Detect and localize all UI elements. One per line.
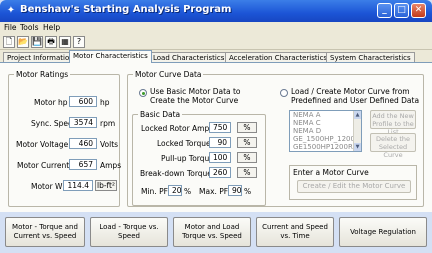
enter-curve-title: Enter a Motor Curve (293, 168, 369, 177)
locked-torque-unit-button[interactable]: % (237, 137, 257, 148)
basic-data-group: Basic Data Locked Rotor Amps 750 % Locke… (132, 110, 266, 206)
help-icon[interactable]: ? (73, 36, 85, 48)
menu-bar: File Tools Help (0, 22, 432, 34)
min-pf-unit: % (184, 187, 192, 196)
motor-hp-field[interactable]: 600 (69, 96, 97, 107)
locked-rotor-amps-unit-button[interactable]: % (237, 122, 257, 133)
scroll-down-icon[interactable]: ▼ (354, 143, 361, 151)
locked-rotor-amps-field[interactable]: 750 (209, 122, 231, 133)
pull-up-torque-unit-button[interactable]: % (237, 152, 257, 163)
menu-file[interactable]: File (4, 23, 17, 32)
break-down-torque-label: Break-down Torque (140, 169, 212, 178)
window-title: Benshaw's Starting Analysis Program (20, 4, 232, 15)
locked-rotor-amps-label: Locked Rotor Amps (141, 124, 214, 133)
motor-ratings-group: Motor Ratings Motor hp 600 hp Sync. Spee… (8, 70, 122, 207)
list-item[interactable]: NEMA D (293, 127, 321, 135)
load-torque-button[interactable]: Load - Torque vs. Speed (90, 217, 168, 247)
app-icon: ✦ (6, 5, 16, 16)
motor-curve-list[interactable]: NEMA A NEMA C NEMA D GE_1500HP_1200RPM G… (289, 110, 362, 152)
delete-curve-button[interactable]: Delete the Selected Curve (370, 133, 416, 159)
list-item[interactable]: NEMA C (293, 119, 321, 127)
sync-speed-field[interactable]: 3574 (69, 117, 97, 128)
motor-voltage-field[interactable]: 460 (69, 138, 97, 149)
load-curve-radio[interactable] (280, 89, 288, 97)
motor-hp-unit: hp (100, 98, 110, 107)
open-folder-icon[interactable]: 📂 (17, 36, 29, 48)
motor-load-torque-button[interactable]: Motor and Load Torque vs. Speed (173, 217, 251, 247)
new-document-icon[interactable]: 🗋 (3, 36, 15, 48)
load-curve-label: Load / Create Motor Curve from Predefine… (291, 87, 420, 105)
pull-up-torque-field[interactable]: 100 (209, 152, 231, 163)
tab-content: Motor Ratings Motor hp 600 hp Sync. Spee… (0, 62, 432, 212)
motor-torque-current-button[interactable]: Motor - Torque and Current vs. Speed (5, 217, 85, 247)
min-pf-field[interactable]: 20 (168, 185, 182, 196)
current-speed-time-button[interactable]: Current and Speed vs. Time (256, 217, 334, 247)
wk2-unit-button[interactable]: lb-ft² (95, 180, 117, 191)
motor-current-label: Motor Current (17, 161, 70, 170)
motor-current-field[interactable]: 657 (69, 159, 97, 170)
min-pf-label: Min. PF (141, 187, 168, 196)
use-basic-data-radio[interactable] (139, 89, 147, 97)
enter-curve-group: Enter a Motor Curve Create / Edit the Mo… (289, 165, 417, 200)
list-item[interactable]: GE1500HP1200RPM (293, 143, 361, 151)
break-down-torque-field[interactable]: 260 (209, 167, 231, 178)
minimize-button[interactable]: _ (377, 3, 392, 18)
max-pf-field[interactable]: 90 (228, 185, 242, 196)
create-edit-curve-button[interactable]: Create / Edit the Motor Curve (297, 180, 411, 193)
locked-torque-label: Locked Torque (157, 139, 211, 148)
voltage-regulation-button[interactable]: Voltage Regulation (339, 217, 427, 247)
list-item[interactable]: GE_1500HP_1200RPM (293, 135, 361, 143)
menu-help[interactable]: Help (43, 23, 60, 32)
save-icon[interactable]: 💾 (31, 36, 43, 48)
list-item[interactable]: NEMA A (293, 111, 321, 119)
grid-icon[interactable]: ▦ (59, 36, 71, 48)
toolbar: 🗋 📂 💾 🖶 ▦ ? (0, 34, 432, 50)
motor-curve-group: Motor Curve Data Use Basic Motor Data to… (127, 70, 424, 207)
list-scrollbar[interactable]: ▲ ▼ (353, 111, 361, 151)
menu-tools[interactable]: Tools (20, 23, 38, 32)
scroll-up-icon[interactable]: ▲ (354, 111, 361, 119)
use-basic-data-label: Use Basic Motor Data to Create the Motor… (150, 87, 241, 105)
sync-speed-unit: rpm (100, 119, 116, 128)
title-bar[interactable]: ✦ Benshaw's Starting Analysis Program _ … (0, 0, 432, 22)
maximize-button[interactable]: □ (394, 3, 409, 18)
motor-voltage-unit: Volts (100, 140, 119, 149)
add-profile-button[interactable]: Add the New Profile to the List (370, 110, 416, 136)
print-icon[interactable]: 🖶 (45, 36, 57, 48)
motor-curve-title: Motor Curve Data (133, 70, 204, 79)
motor-current-unit: Amps (100, 161, 122, 170)
pull-up-torque-label: Pull-up Torque (161, 154, 214, 163)
motor-hp-label: Motor hp (34, 98, 68, 107)
break-down-torque-unit-button[interactable]: % (237, 167, 257, 178)
max-pf-unit: % (244, 187, 252, 196)
locked-torque-field[interactable]: 90 (209, 137, 231, 148)
tab-motor-characteristics[interactable]: Motor Characteristics (69, 50, 152, 63)
bottom-bar: Motor - Torque and Current vs. Speed Loa… (0, 212, 432, 253)
motor-voltage-label: Motor Voltage (16, 140, 69, 149)
motor-ratings-title: Motor Ratings (14, 70, 71, 79)
close-button[interactable]: ✕ (411, 3, 426, 18)
basic-data-title: Basic Data (138, 110, 183, 119)
max-pf-label: Max. PF (199, 187, 229, 196)
motor-wk2-field[interactable]: 114.4 (63, 180, 93, 191)
